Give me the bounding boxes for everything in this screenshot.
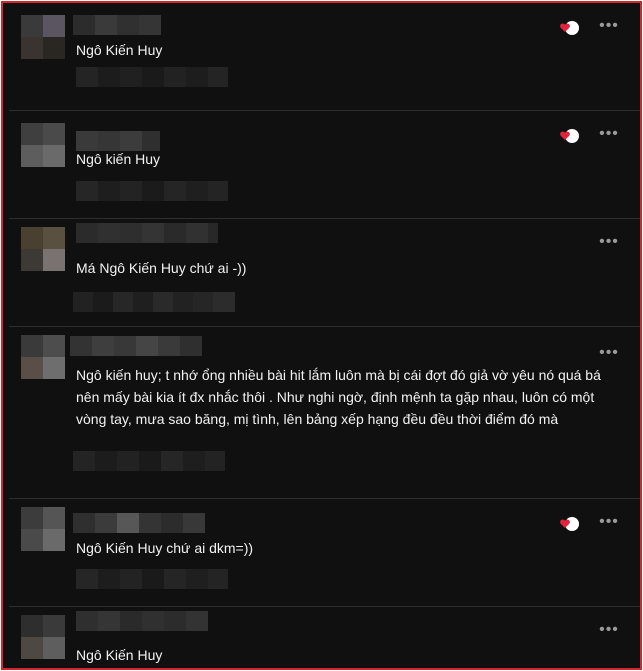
heart-reaction-icon[interactable] <box>557 516 581 532</box>
more-options-icon[interactable]: ••• <box>596 514 622 530</box>
comment-text: Ngô Kiến Huy <box>76 42 163 58</box>
more-options-icon[interactable]: ••• <box>596 345 622 361</box>
comment-item: Ngô Kiến Huy chứ ai dkm=)) ••• <box>3 499 640 607</box>
username-pixelated[interactable] <box>73 513 205 533</box>
comment-item: Ngô kiến huy; t nhớ ổng nhiều bài hit lắ… <box>3 327 640 499</box>
username-pixelated[interactable] <box>76 611 208 631</box>
more-options-icon[interactable]: ••• <box>596 234 622 250</box>
username-pixelated[interactable] <box>70 336 202 356</box>
heart-reaction-icon[interactable] <box>557 20 581 36</box>
comment-text: Ngô Kiến Huy chứ ai dkm=)) <box>76 540 254 556</box>
meta-pixelated <box>76 569 228 589</box>
comment-text: Ngô Kiến Huy <box>76 647 163 663</box>
avatar-pixelated[interactable] <box>21 123 65 167</box>
heart-reaction-icon[interactable] <box>557 128 581 144</box>
meta-pixelated <box>73 292 235 312</box>
comment-item: Ngô Kiến Huy ••• <box>3 607 640 668</box>
avatar-pixelated[interactable] <box>21 335 65 379</box>
comment-text: Ngô kiến huy; t nhớ ổng nhiều bài hit lắ… <box>76 367 601 427</box>
meta-pixelated <box>76 181 228 201</box>
comment-text: Ngô kiến Huy <box>76 151 161 167</box>
comment-item: Ngô Kiến Huy ••• <box>3 3 640 111</box>
comment-item: Má Ngô Kiến Huy chứ ai -)) ••• <box>3 219 640 327</box>
avatar-pixelated[interactable] <box>21 227 65 271</box>
avatar-pixelated[interactable] <box>21 507 65 551</box>
more-options-icon[interactable]: ••• <box>596 622 622 638</box>
username-pixelated[interactable] <box>76 223 218 243</box>
meta-pixelated <box>76 67 228 87</box>
username-pixelated[interactable] <box>73 15 161 35</box>
avatar-pixelated[interactable] <box>21 615 65 659</box>
comment-item: Ngô kiến Huy ••• <box>3 111 640 219</box>
avatar-pixelated[interactable] <box>21 15 65 59</box>
more-options-icon[interactable]: ••• <box>596 126 622 142</box>
more-options-icon[interactable]: ••• <box>596 18 622 34</box>
comment-feed: Ngô Kiến Huy ••• Ngô kiến Huy ••• Má Ngô… <box>1 1 642 670</box>
meta-pixelated <box>73 451 225 471</box>
comment-text: Má Ngô Kiến Huy chứ ai -)) <box>76 260 247 276</box>
